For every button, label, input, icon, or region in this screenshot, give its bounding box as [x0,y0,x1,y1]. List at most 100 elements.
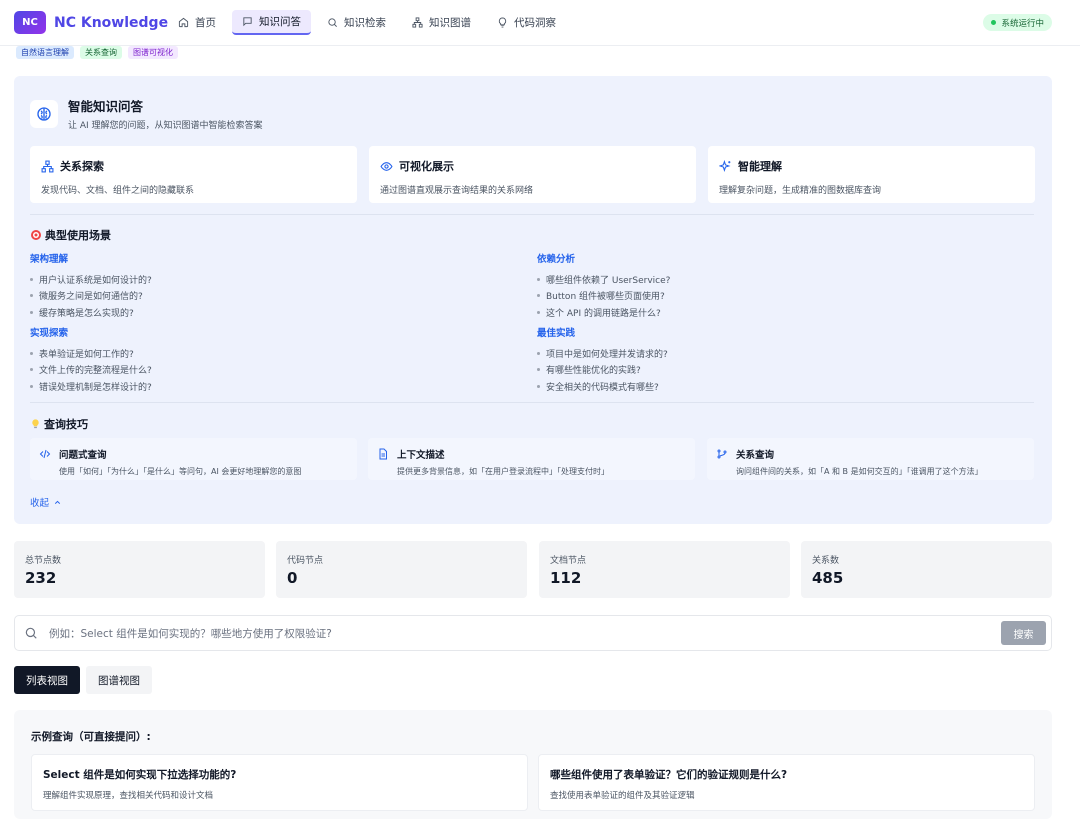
feature-card: 可视化展示 通过图谱直观展示查询结果的关系网络 [369,146,696,203]
tip-desc: 使用「如何」「为什么」「是什么」等问句，AI 会更好地理解您的意图 [59,467,302,476]
chat-icon [243,17,252,27]
scenario-group: 实现探索 表单验证是如何工作的? 文件上传的完整流程是什么? 错误处理机制是怎样… [30,325,510,395]
scenario-group: 架构理解 用户认证系统是如何设计的? 微服务之间是如何通信的? 缓存策略是怎么实… [30,251,510,321]
status-text: 系统运行中 [1001,18,1044,29]
example-desc: 查找使用表单验证的组件及其验证逻辑 [550,791,695,801]
logo: NC [14,11,46,34]
nav-item-home[interactable]: 首页 [168,10,226,35]
nav-item-graph[interactable]: 知识图谱 [402,10,481,35]
sparkles-icon [719,159,731,172]
scenario-group: 最佳实践 项目中是如何处理并发请求的? 有哪些性能优化的实践? 安全相关的代码模… [537,325,1017,395]
tip-card: 问题式查询 使用「如何」「为什么」「是什么」等问句，AI 会更好地理解您的意图 [30,438,357,480]
nav-item-insight[interactable]: 代码洞察 [487,10,566,35]
stat-card: 代码节点 0 [276,541,527,598]
nav-label: 首页 [195,17,216,29]
stat-value: 232 [25,569,57,587]
search-icon [328,18,337,27]
scenario-item[interactable]: Button 组件被哪些页面使用? [537,288,1017,305]
feature-card: 关系探索 发现代码、文档、组件之间的隐藏联系 [30,146,357,203]
nav-label: 知识检索 [344,17,386,29]
code-icon [39,449,51,459]
feature-desc: 理解复杂问题，生成精准的图数据库查询 [719,186,882,196]
nav-label: 知识问答 [259,16,301,28]
scenario-heading: 依赖分析 [537,254,576,265]
tag: 自然语言理解 [16,46,74,59]
bulb-icon [32,419,39,429]
feature-title: 关系探索 [60,160,104,173]
intro-subtitle: 让 AI 理解您的问题，从知识图谱中智能检索答案 [68,121,263,131]
intro-header: 智能知识问答 让 AI 理解您的问题，从知识图谱中智能检索答案 [30,96,263,131]
document-icon [379,448,387,460]
scenarios-heading: 典型使用场景 [30,227,111,243]
stat-card: 总节点数 232 [14,541,265,598]
scenario-item[interactable]: 缓存策略是怎么实现的? [30,304,510,321]
stat-card: 文档节点 112 [539,541,790,598]
status-badge: 系统运行中 [983,14,1052,31]
scenario-item[interactable]: 这个 API 的调用链路是什么? [537,304,1017,321]
scenario-item[interactable]: 微服务之间是如何通信的? [30,288,510,305]
intro-title: 智能知识问答 [68,99,144,114]
scenario-heading: 最佳实践 [537,328,576,339]
tab-graph-view[interactable]: 图谱视图 [86,666,152,694]
scenarios-title: 典型使用场景 [45,229,111,242]
scenario-item[interactable]: 错误处理机制是怎样设计的? [30,378,510,395]
network-icon [41,160,54,172]
tip-card: 关系查询 询问组件间的关系，如「A 和 B 是如何交互的」「谁调用了这个方法」 [707,438,1034,480]
target-icon [31,230,41,240]
tip-title: 关系查询 [736,450,775,461]
scenario-item[interactable]: 哪些组件依赖了 UserService? [537,271,1017,288]
scenario-item[interactable]: 有哪些性能优化的实践? [537,362,1017,379]
divider [30,214,1034,215]
search-input[interactable] [49,624,989,644]
scenario-item[interactable]: 文件上传的完整流程是什么? [30,362,510,379]
feature-desc: 发现代码、文档、组件之间的隐藏联系 [41,186,195,196]
search-bar: 搜索 [14,615,1052,651]
scenario-group: 依赖分析 哪些组件依赖了 UserService? Button 组件被哪些页面… [537,251,1017,321]
example-card[interactable]: 哪些组件使用了表单验证？它们的验证规则是什么? 查找使用表单验证的组件及其验证逻… [538,754,1035,811]
tip-title: 上下文描述 [397,450,445,461]
stat-label: 文档节点 [550,556,587,566]
scenario-item[interactable]: 项目中是如何处理并发请求的? [537,345,1017,362]
stat-value: 112 [550,569,582,587]
eye-icon [380,161,393,171]
lightbulb-icon [498,17,507,28]
tip-card: 上下文描述 提供更多背景信息，如「在用户登录流程中」「处理支付时」 [368,438,695,480]
tag: 关系查询 [80,46,122,59]
tag: 图谱可视化 [128,46,178,59]
brand-name: NC Knowledge [54,14,169,31]
nav-item-qa[interactable]: 知识问答 [232,10,311,35]
example-title: Select 组件是如何实现下拉选择功能的? [43,769,237,781]
tips-heading: 查询技巧 [30,416,88,432]
stat-label: 关系数 [812,556,840,566]
top-bar: NC NC Knowledge 首页 知识问答 知识检索 知识图谱 代码洞察 系… [0,0,1080,46]
search-button[interactable]: 搜索 [1001,621,1046,645]
search-icon [25,627,37,639]
example-card[interactable]: Select 组件是如何实现下拉选择功能的? 理解组件实现原理，查找相关代码和设… [31,754,528,811]
example-queries: 示例查询（可直接提问）: Select 组件是如何实现下拉选择功能的? 理解组件… [14,710,1052,819]
tips-title: 查询技巧 [44,418,88,431]
main-nav: 首页 知识问答 知识检索 知识图谱 代码洞察 [168,10,566,35]
example-title: 哪些组件使用了表单验证？它们的验证规则是什么? [550,769,788,781]
divider [30,402,1034,403]
scenario-item[interactable]: 用户认证系统是如何设计的? [30,271,510,288]
chevron-up-icon [54,500,61,504]
tip-title: 问题式查询 [59,450,107,461]
stat-value: 485 [812,569,844,587]
branch-icon [717,449,727,459]
tab-list-view[interactable]: 列表视图 [14,666,80,694]
nav-label: 代码洞察 [514,17,556,29]
feature-title: 可视化展示 [399,160,454,173]
graph-icon [412,17,423,28]
brand[interactable]: NC NC Knowledge [14,11,168,34]
scenario-item[interactable]: 表单验证是如何工作的? [30,345,510,362]
collapse-button[interactable]: 收起 [30,495,62,509]
feature-desc: 通过图谱直观展示查询结果的关系网络 [380,186,534,196]
examples-heading: 示例查询（可直接提问）: [31,731,151,743]
stat-value: 0 [287,569,298,587]
example-desc: 理解组件实现原理，查找相关代码和设计文档 [43,791,214,801]
brain-icon [30,99,58,128]
scenario-item[interactable]: 安全相关的代码模式有哪些? [537,378,1017,395]
tip-desc: 提供更多背景信息，如「在用户登录流程中」「处理支付时」 [397,467,609,476]
feature-title: 智能理解 [738,160,782,173]
nav-item-search[interactable]: 知识检索 [317,10,396,35]
